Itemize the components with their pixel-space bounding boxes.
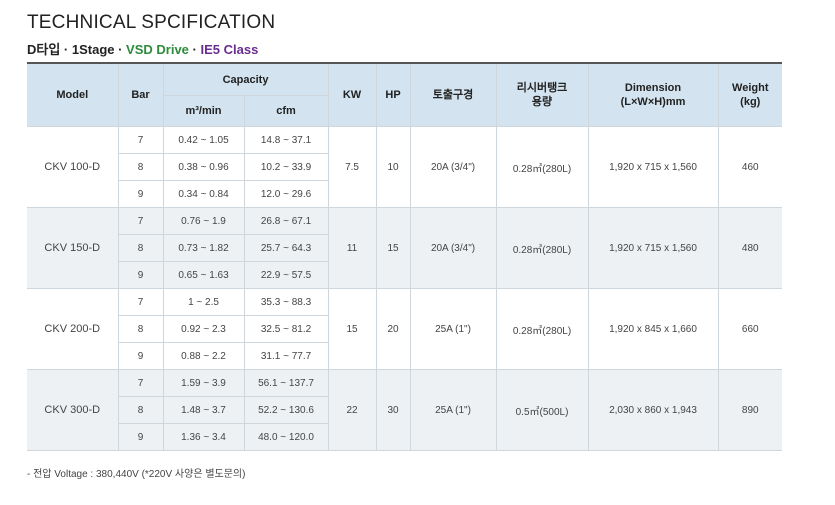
cell-receiver: 0.28㎥(280L) xyxy=(495,207,589,289)
header-dimension: Dimension (L×W×H)mm xyxy=(587,62,719,127)
table-row: CKV 300-D 7 1.59 ~ 3.9 56.1 ~ 137.7 22 3… xyxy=(27,369,783,451)
cell-receiver: 0.28㎥(280L) xyxy=(495,288,589,370)
cell-bar: 7 xyxy=(117,288,164,316)
cell-dimension: 2,030 x 860 x 1,943 xyxy=(587,369,719,451)
cell-bar: 8 xyxy=(118,396,164,424)
subtitle-vsd: VSD Drive xyxy=(126,42,189,57)
header-receiver: 리시버탱크용량 xyxy=(495,62,589,127)
cell-hp: 15 xyxy=(375,207,411,289)
table-row: CKV 200-D 7 1 ~ 2.5 35.3 ~ 88.3 15 20 25… xyxy=(27,288,783,370)
cell-hp: 20 xyxy=(375,288,411,370)
cell-model: CKV 300-D xyxy=(27,369,119,451)
cell-receiver: 0.5㎥(500L) xyxy=(495,369,589,451)
cell-cfm: 52.2 ~ 130.6 xyxy=(243,396,329,424)
cell-m3min: 0.42 ~ 1.05 xyxy=(162,126,245,154)
spec-table: Model Bar Capacity KW HP 토출구경 리시버탱크용량 Di… xyxy=(27,62,783,451)
header-receiver-line1: 리시버탱크 xyxy=(516,82,568,94)
cell-bar: 9 xyxy=(118,342,164,370)
cell-cfm: 10.2 ~ 33.9 xyxy=(243,153,329,181)
cell-m3min: 0.73 ~ 1.82 xyxy=(162,234,245,262)
cell-receiver: 0.28㎥(280L) xyxy=(495,126,589,208)
cell-m3min: 0.38 ~ 0.96 xyxy=(162,153,245,181)
page-subtitle: D타입 · 1Stage · VSD Drive · IE5 Class xyxy=(27,39,258,58)
cell-bar: 8 xyxy=(118,315,164,343)
header-weight: Weight (kg) xyxy=(717,62,783,127)
cell-dimension: 1,920 x 715 x 1,560 xyxy=(587,207,719,289)
cell-bar: 7 xyxy=(117,126,164,154)
cell-bar: 7 xyxy=(117,207,164,235)
cell-weight: 660 xyxy=(717,288,783,370)
subtitle-separator: · xyxy=(188,42,201,57)
table-body: CKV 100-D 7 0.42 ~ 1.05 14.8 ~ 37.1 7.5 … xyxy=(27,126,783,451)
header-receiver-line2: 용량 xyxy=(531,96,553,108)
cell-weight: 890 xyxy=(717,369,783,451)
spec-page: TECHNICAL SPCIFICATION D타입 · 1Stage · VS… xyxy=(0,0,835,505)
cell-bar: 8 xyxy=(118,234,164,262)
cell-bar: 7 xyxy=(117,369,164,397)
header-outlet: 토출구경 xyxy=(409,62,497,127)
cell-kw: 11 xyxy=(327,207,377,289)
header-capacity: Capacity xyxy=(162,62,329,96)
cell-cfm: 25.7 ~ 64.3 xyxy=(243,234,329,262)
cell-hp: 10 xyxy=(375,126,411,208)
cell-m3min: 1 ~ 2.5 xyxy=(162,288,245,316)
header-dimension-line1: Dimension xyxy=(624,82,682,94)
cell-cfm: 12.0 ~ 29.6 xyxy=(243,180,329,208)
cell-outlet: 20A (3/4") xyxy=(409,207,497,289)
header-weight-line2: (kg) xyxy=(740,96,761,108)
cell-bar: 9 xyxy=(118,180,164,208)
cell-outlet: 25A (1") xyxy=(409,369,497,451)
cell-m3min: 0.88 ~ 2.2 xyxy=(162,342,245,370)
cell-model: CKV 150-D xyxy=(27,207,119,289)
subtitle-ie5: IE5 Class xyxy=(200,42,259,57)
cell-m3min: 1.36 ~ 3.4 xyxy=(162,423,245,451)
cell-kw: 22 xyxy=(327,369,377,451)
cell-dimension: 1,920 x 715 x 1,560 xyxy=(587,126,719,208)
header-bar: Bar xyxy=(117,62,164,127)
cell-m3min: 0.92 ~ 2.3 xyxy=(162,315,245,343)
cell-outlet: 20A (3/4") xyxy=(409,126,497,208)
cell-bar: 9 xyxy=(118,261,164,289)
table-row: CKV 150-D 7 0.76 ~ 1.9 26.8 ~ 67.1 11 15… xyxy=(27,207,783,289)
cell-m3min: 0.76 ~ 1.9 xyxy=(162,207,245,235)
cell-m3min: 0.65 ~ 1.63 xyxy=(162,261,245,289)
cell-cfm: 22.9 ~ 57.5 xyxy=(243,261,329,289)
cell-cfm: 26.8 ~ 67.1 xyxy=(243,207,329,235)
header-m3min: m³/min xyxy=(163,95,245,127)
table-row: CKV 100-D 7 0.42 ~ 1.05 14.8 ~ 37.1 7.5 … xyxy=(27,126,783,208)
header-dimension-line2: (L×W×H)mm xyxy=(620,96,686,108)
cell-weight: 460 xyxy=(717,126,783,208)
cell-m3min: 0.34 ~ 0.84 xyxy=(162,180,245,208)
voltage-footnote: - 전압 Voltage : 380,440V (*220V 사양은 별도문의) xyxy=(27,469,246,480)
cell-outlet: 25A (1") xyxy=(409,288,497,370)
cell-cfm: 35.3 ~ 88.3 xyxy=(243,288,329,316)
header-weight-line1: Weight xyxy=(732,82,769,94)
cell-model: CKV 200-D xyxy=(27,288,119,370)
cell-cfm: 56.1 ~ 137.7 xyxy=(243,369,329,397)
header-hp: HP xyxy=(375,62,411,127)
cell-cfm: 14.8 ~ 37.1 xyxy=(243,126,329,154)
cell-hp: 30 xyxy=(375,369,411,451)
table-header: Model Bar Capacity KW HP 토출구경 리시버탱크용량 Di… xyxy=(27,62,783,127)
header-cfm: cfm xyxy=(243,95,329,127)
header-model: Model xyxy=(27,62,119,127)
cell-cfm: 48.0 ~ 120.0 xyxy=(243,423,329,451)
cell-bar: 8 xyxy=(118,153,164,181)
cell-dimension: 1,920 x 845 x 1,660 xyxy=(587,288,719,370)
cell-weight: 480 xyxy=(717,207,783,289)
cell-cfm: 32.5 ~ 81.2 xyxy=(243,315,329,343)
cell-model: CKV 100-D xyxy=(27,126,119,208)
cell-kw: 7.5 xyxy=(327,126,377,208)
cell-m3min: 1.48 ~ 3.7 xyxy=(162,396,245,424)
header-kw: KW xyxy=(327,62,377,127)
page-title: TECHNICAL SPCIFICATION xyxy=(27,12,276,33)
cell-m3min: 1.59 ~ 3.9 xyxy=(162,369,245,397)
subtitle-type: D타입 · 1Stage · xyxy=(27,42,127,57)
cell-bar: 9 xyxy=(118,423,164,451)
cell-cfm: 31.1 ~ 77.7 xyxy=(243,342,329,370)
cell-kw: 15 xyxy=(327,288,377,370)
